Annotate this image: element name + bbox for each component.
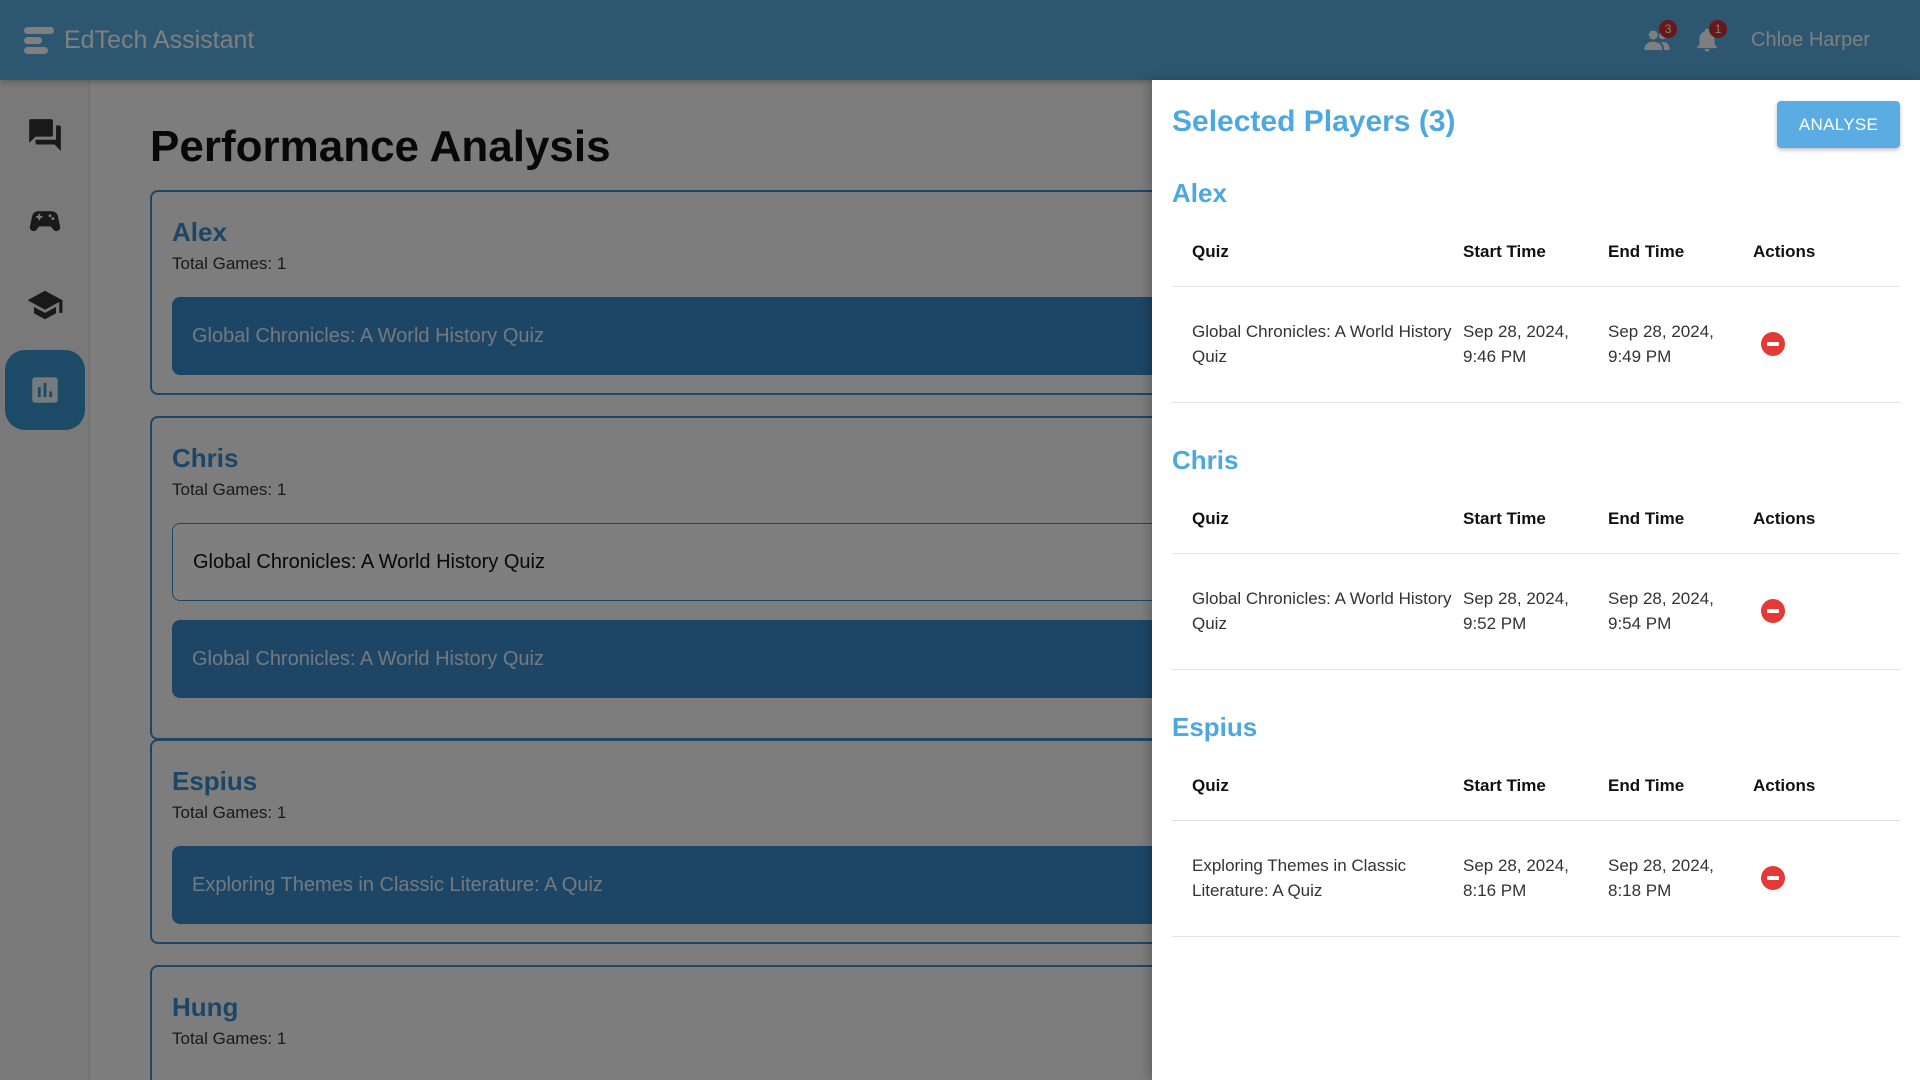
column-header-end-time: End Time <box>1608 752 1753 821</box>
start-time-cell: Sep 28, 2024, 9:46 PM <box>1463 286 1608 403</box>
actions-cell <box>1753 553 1900 670</box>
selected-games-table: Quiz Start Time End Time Actions Explori… <box>1172 752 1900 937</box>
analyse-button[interactable]: ANALYSE <box>1777 101 1900 148</box>
actions-cell <box>1753 820 1900 937</box>
selected-players-drawer: Selected Players (3) ANALYSE Alex Quiz S… <box>1152 80 1920 1080</box>
end-time-cell: Sep 28, 2024, 8:18 PM <box>1608 820 1753 937</box>
column-header-actions: Actions <box>1753 218 1900 287</box>
selected-games-table: Quiz Start Time End Time Actions Global … <box>1172 218 1900 403</box>
column-header-start-time: Start Time <box>1463 218 1608 287</box>
selected-games-table: Quiz Start Time End Time Actions Global … <box>1172 485 1900 670</box>
column-header-quiz: Quiz <box>1172 485 1463 554</box>
remove-circle-icon[interactable] <box>1761 599 1785 623</box>
column-header-quiz: Quiz <box>1172 752 1463 821</box>
remove-circle-icon[interactable] <box>1761 332 1785 356</box>
quiz-cell: Global Chronicles: A World History Quiz <box>1172 286 1463 403</box>
table-row: Exploring Themes in Classic Literature: … <box>1172 820 1900 937</box>
selected-player-espius: Espius Quiz Start Time End Time Actions … <box>1172 712 1900 937</box>
table-header-row: Quiz Start Time End Time Actions <box>1172 485 1900 554</box>
drawer-title: Selected Players (3) <box>1172 105 1456 138</box>
actions-cell <box>1753 286 1900 403</box>
end-time-cell: Sep 28, 2024, 9:49 PM <box>1608 286 1753 403</box>
remove-circle-icon[interactable] <box>1761 866 1785 890</box>
start-time-cell: Sep 28, 2024, 8:16 PM <box>1463 820 1608 937</box>
selected-player-chris: Chris Quiz Start Time End Time Actions G… <box>1172 445 1900 670</box>
column-header-end-time: End Time <box>1608 485 1753 554</box>
quiz-cell: Exploring Themes in Classic Literature: … <box>1172 820 1463 937</box>
column-header-actions: Actions <box>1753 485 1900 554</box>
column-header-quiz: Quiz <box>1172 218 1463 287</box>
table-row: Global Chronicles: A World History Quiz … <box>1172 553 1900 670</box>
table-header-row: Quiz Start Time End Time Actions <box>1172 218 1900 287</box>
column-header-start-time: Start Time <box>1463 485 1608 554</box>
column-header-actions: Actions <box>1753 752 1900 821</box>
quiz-cell: Global Chronicles: A World History Quiz <box>1172 553 1463 670</box>
end-time-cell: Sep 28, 2024, 9:54 PM <box>1608 553 1753 670</box>
selected-player-alex: Alex Quiz Start Time End Time Actions Gl… <box>1172 178 1900 403</box>
column-header-start-time: Start Time <box>1463 752 1608 821</box>
column-header-end-time: End Time <box>1608 218 1753 287</box>
table-row: Global Chronicles: A World History Quiz … <box>1172 286 1900 403</box>
table-header-row: Quiz Start Time End Time Actions <box>1172 752 1900 821</box>
selected-player-name: Chris <box>1172 445 1239 475</box>
start-time-cell: Sep 28, 2024, 9:52 PM <box>1463 553 1608 670</box>
selected-player-name: Alex <box>1172 178 1227 208</box>
selected-player-name: Espius <box>1172 712 1258 742</box>
